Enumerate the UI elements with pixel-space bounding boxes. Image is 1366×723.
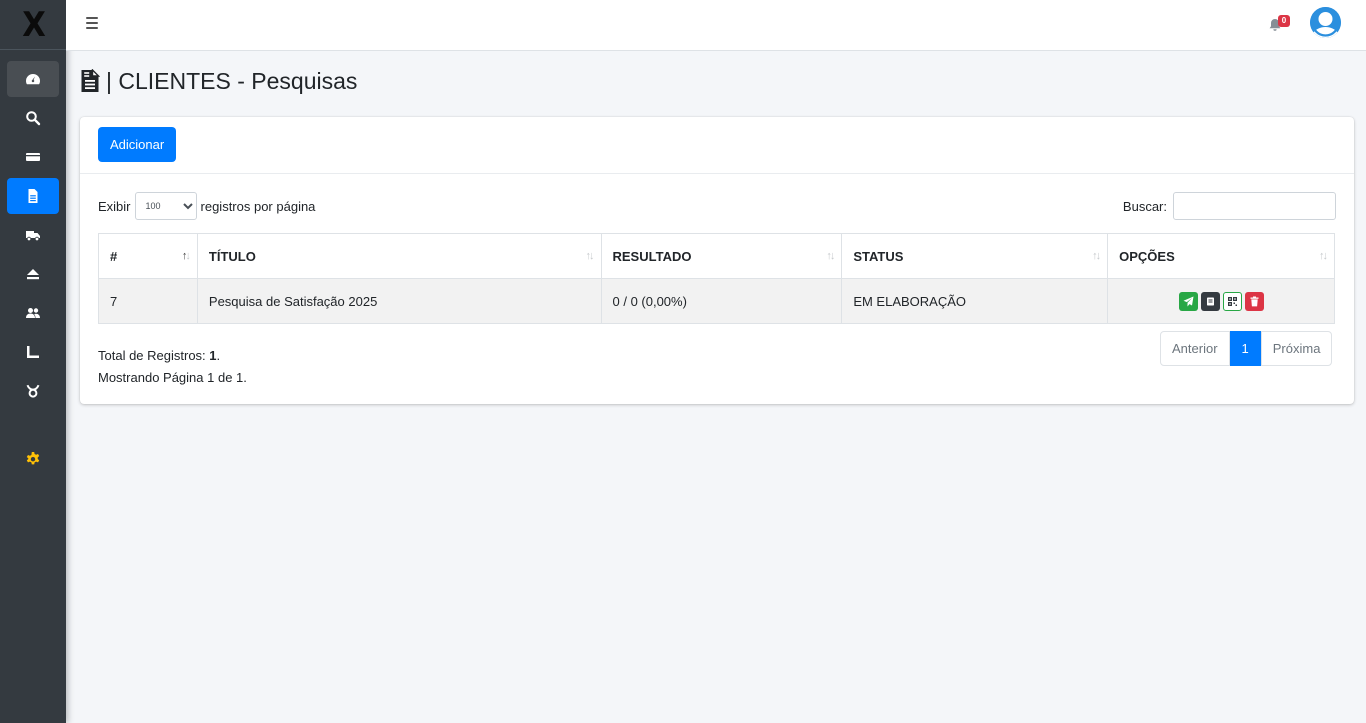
- page-header: | CLIENTES - Pesquisas: [80, 64, 357, 98]
- brand[interactable]: X: [0, 0, 66, 50]
- pagination-page-1[interactable]: 1: [1229, 331, 1261, 366]
- sidebar-item-transport[interactable]: [7, 217, 59, 253]
- column-header-id[interactable]: # ↑↓: [98, 233, 198, 279]
- surveys-card: Adicionar Exibir 100 registros por págin…: [80, 117, 1354, 404]
- sidebar-item-dashboard[interactable]: [7, 61, 59, 97]
- card-header: Adicionar: [80, 117, 1354, 174]
- sidebar-item-eject[interactable]: [7, 256, 59, 292]
- search-input[interactable]: [1173, 192, 1336, 220]
- send-button[interactable]: [1178, 291, 1198, 311]
- sidebar-item-reports[interactable]: [7, 334, 59, 370]
- file-alt-icon: [81, 69, 100, 92]
- avatar[interactable]: [1310, 7, 1341, 38]
- search-label: Buscar:: [1122, 198, 1167, 214]
- sidebar-item-pesquisas[interactable]: [7, 178, 59, 214]
- sidebar-item-taurus[interactable]: [7, 373, 59, 409]
- cell-resultado: 0 / 0 (0,00%): [600, 278, 843, 324]
- table-search: Buscar:: [1123, 192, 1336, 220]
- cog-icon: [26, 452, 40, 465]
- chart-axis-icon: [27, 346, 39, 358]
- file-view-icon: [1206, 297, 1214, 305]
- cell-titulo: Pesquisa de Satisfação 2025: [196, 278, 602, 324]
- sidebar-item-cards[interactable]: [7, 139, 59, 175]
- total-records: Total de Registros: 1.: [98, 348, 221, 363]
- length-prefix-label: Exibir: [98, 198, 131, 214]
- table-row: 7 Pesquisa de Satisfação 2025 0 / 0 (0,0…: [98, 278, 1335, 324]
- page-title: | CLIENTES - Pesquisas: [106, 67, 358, 94]
- sidebar-nav: [0, 50, 66, 477]
- add-button[interactable]: Adicionar: [98, 127, 177, 162]
- page-length-select[interactable]: 100: [134, 192, 197, 220]
- brand-logo: X: [22, 4, 46, 45]
- truck-icon: [26, 231, 40, 242]
- table-info: Total de Registros: 1. Mostrando Página …: [98, 345, 247, 389]
- pagination-previous[interactable]: Anterior: [1160, 331, 1230, 366]
- pagination: Anterior 1 Próxima: [1160, 331, 1333, 366]
- surveys-table: # ↑↓ TÍTULO ↑↓ RESULTADO ↑↓ STATUS ↑↓ OPÇÕES…: [98, 233, 1335, 324]
- topbar: 0: [66, 0, 1366, 51]
- table-header-row: # ↑↓ TÍTULO ↑↓ RESULTADO ↑↓ STATUS ↑↓ OPÇÕES…: [98, 233, 1335, 279]
- notifications-button[interactable]: 0: [1268, 14, 1292, 34]
- view-button[interactable]: [1200, 291, 1220, 311]
- cell-opcoes: [1107, 278, 1335, 324]
- taurus-icon: [26, 384, 40, 398]
- user-avatar-icon: [1310, 7, 1341, 38]
- total-records-value: 1: [209, 348, 217, 363]
- sort-icon: ↑↓: [1319, 250, 1328, 262]
- sort-icon: ↑↓: [826, 250, 835, 262]
- menu-toggle-icon[interactable]: [86, 15, 102, 31]
- qrcode-icon: [1227, 296, 1237, 306]
- notification-badge: 0: [1278, 15, 1290, 27]
- length-suffix-label: registros por página: [200, 198, 316, 214]
- column-header-opcoes[interactable]: OPÇÕES ↑↓: [1107, 233, 1335, 279]
- column-header-titulo[interactable]: TÍTULO ↑↓: [196, 233, 602, 279]
- sidebar: X: [0, 0, 66, 723]
- trash-icon: [1250, 296, 1259, 306]
- file-alt-icon: [28, 189, 38, 203]
- sidebar-item-settings[interactable]: [7, 441, 59, 477]
- pagination-next[interactable]: Próxima: [1260, 331, 1333, 366]
- delete-button[interactable]: [1244, 291, 1264, 311]
- search-icon: [26, 111, 41, 126]
- page-length-control: Exibir 100 registros por página: [98, 192, 315, 220]
- eject-icon: [27, 269, 39, 280]
- cell-id: 7: [98, 278, 198, 324]
- tachometer-icon: [26, 74, 40, 85]
- paper-plane-icon: [1183, 296, 1194, 306]
- sort-asc-icon: ↑↓: [181, 250, 191, 262]
- cell-status: EM ELABORAÇÃO: [841, 278, 1109, 324]
- row-actions: [1119, 291, 1323, 311]
- sidebar-item-search[interactable]: [7, 100, 59, 136]
- page-info: Mostrando Página 1 de 1.: [98, 370, 247, 385]
- sort-icon: ↑↓: [1092, 250, 1101, 262]
- users-icon: [26, 308, 40, 318]
- id-card-icon: [26, 153, 40, 161]
- sort-icon: ↑↓: [585, 250, 595, 262]
- column-header-status[interactable]: STATUS ↑↓: [841, 233, 1109, 279]
- qrcode-button[interactable]: [1222, 291, 1242, 311]
- sidebar-item-users[interactable]: [7, 295, 59, 331]
- column-header-resultado[interactable]: RESULTADO ↑↓: [600, 233, 843, 279]
